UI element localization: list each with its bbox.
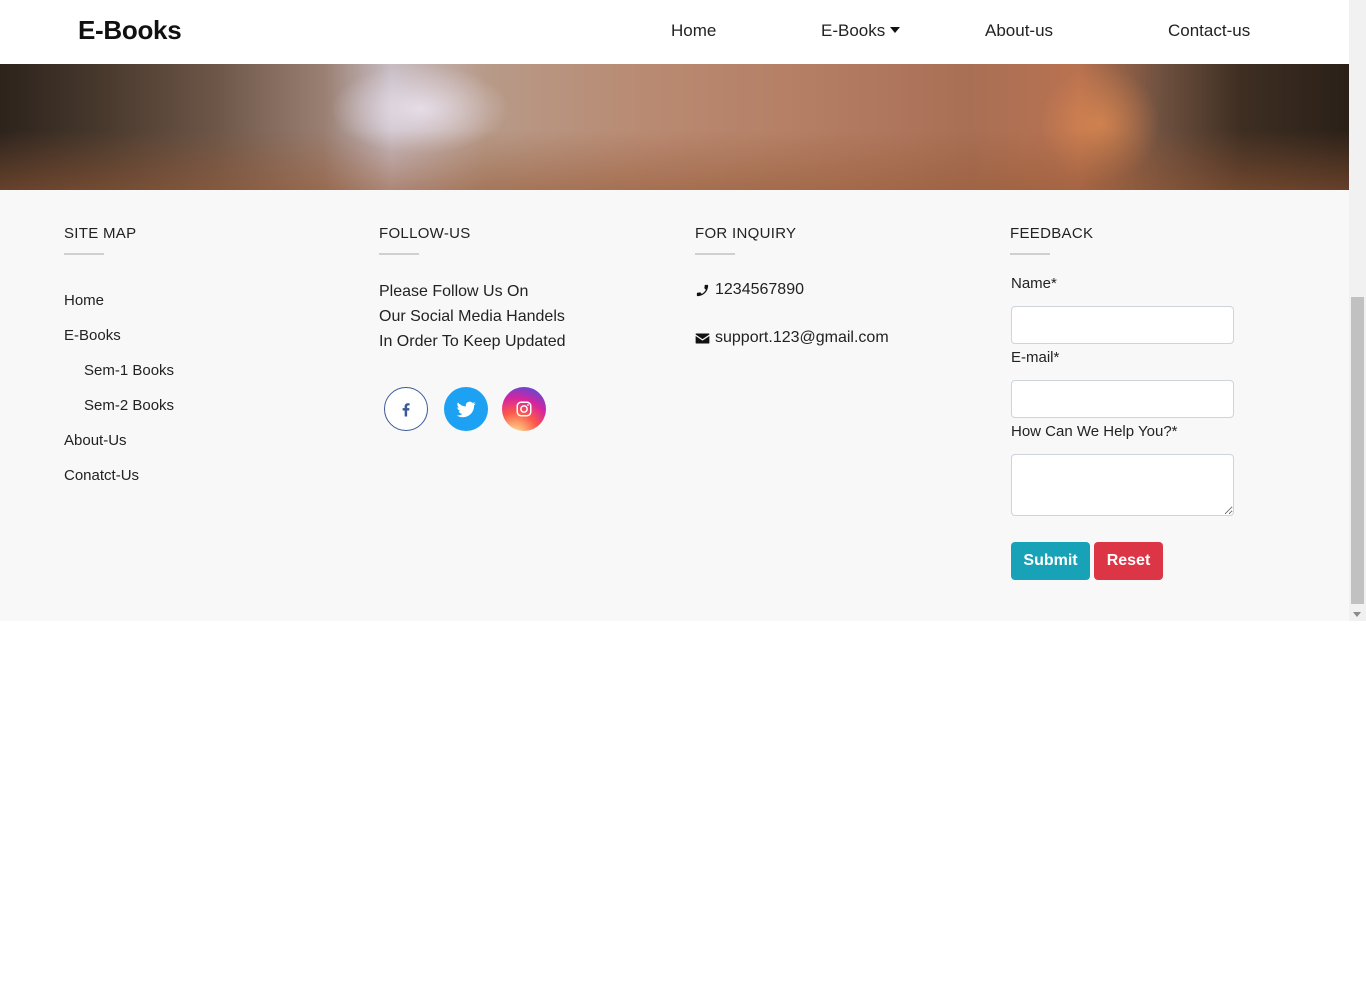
nav-contact[interactable]: Contact-us [1168, 21, 1250, 41]
email-label: E-mail* [1011, 349, 1060, 366]
nav-ebooks-label: E-Books [821, 21, 886, 40]
site-footer: SITE MAP Home E-Books Sem-1 Books Sem-2 … [0, 190, 1349, 621]
instagram-icon[interactable] [502, 387, 546, 431]
follow-title-underline [379, 253, 419, 255]
caret-down-icon [890, 26, 901, 33]
nav-ebooks-dropdown[interactable]: E-Books [821, 21, 901, 41]
top-navbar: E-Books Home E-Books About-us Contact-us [0, 0, 1349, 64]
nav-about[interactable]: About-us [985, 21, 1053, 41]
reset-button[interactable]: Reset [1094, 542, 1163, 580]
sitemap-link-contact[interactable]: Conatct-Us [64, 467, 139, 484]
hero-banner-image [0, 64, 1349, 190]
name-field[interactable] [1011, 306, 1234, 344]
sitemap-link-sem1[interactable]: Sem-1 Books [84, 362, 174, 379]
email-address[interactable]: support.123@gmail.com [715, 329, 889, 347]
sitemap-title: SITE MAP [64, 225, 137, 242]
feedback-title-underline [1010, 253, 1050, 255]
scroll-down-arrow-icon[interactable] [1353, 612, 1361, 617]
email-field[interactable] [1011, 380, 1234, 418]
sitemap-link-sem2[interactable]: Sem-2 Books [84, 397, 174, 414]
inquiry-title: FOR INQUIRY [695, 225, 797, 242]
help-label: How Can We Help You?* [1011, 423, 1178, 440]
inquiry-email: support.123@gmail.com [695, 329, 889, 347]
submit-button[interactable]: Submit [1011, 542, 1090, 580]
facebook-icon[interactable] [384, 387, 428, 431]
sitemap-link-ebooks[interactable]: E-Books [64, 327, 121, 344]
help-textarea[interactable] [1011, 454, 1234, 516]
phone-icon [696, 284, 709, 296]
scrollbar-thumb[interactable] [1351, 297, 1364, 604]
nav-home[interactable]: Home [671, 21, 716, 41]
sitemap-title-underline [64, 253, 104, 255]
name-label: Name* [1011, 275, 1057, 292]
inquiry-phone: 1234567890 [695, 281, 804, 299]
inquiry-title-underline [695, 253, 735, 255]
page-scrollbar[interactable] [1349, 0, 1366, 621]
follow-title: FOLLOW-US [379, 225, 471, 242]
follow-text-line-2: Our Social Media Handels [379, 308, 565, 325]
follow-text-line-3: In Order To Keep Updated [379, 333, 566, 350]
envelope-icon [695, 333, 710, 343]
phone-number: 1234567890 [715, 281, 804, 298]
feedback-title: FEEDBACK [1010, 225, 1094, 242]
sitemap-link-about[interactable]: About-Us [64, 432, 127, 449]
sitemap-link-home[interactable]: Home [64, 292, 104, 309]
twitter-icon[interactable] [444, 387, 488, 431]
hero-shade [0, 130, 1349, 190]
brand-logo[interactable]: E-Books [78, 15, 182, 46]
follow-text-line-1: Please Follow Us On [379, 283, 529, 300]
